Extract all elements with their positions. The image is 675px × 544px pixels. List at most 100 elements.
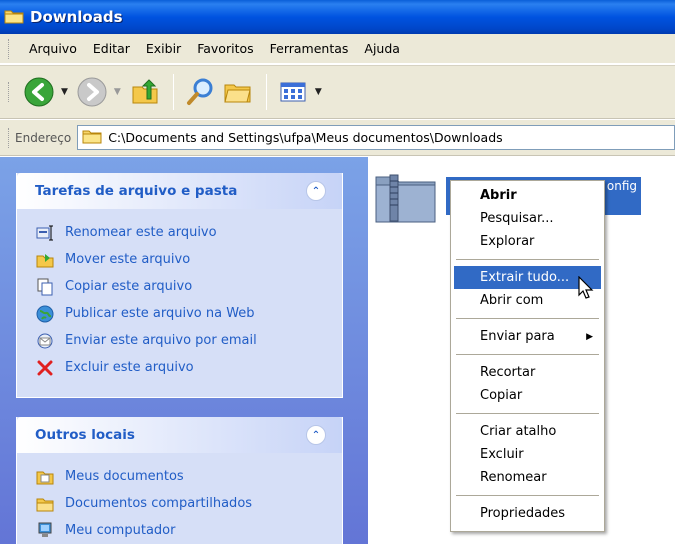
file-tasks-header[interactable]: Tarefas de arquivo e pasta ⌃: [17, 173, 342, 209]
menu-grip[interactable]: [8, 38, 11, 59]
shared-documents-icon: [35, 495, 55, 513]
back-arrow-icon: [24, 77, 54, 107]
ctx-abrir[interactable]: Abrir: [454, 184, 601, 207]
mouse-cursor-icon: [578, 275, 594, 303]
file-tasks-panel: Tarefas de arquivo e pasta ⌃ Renomear es…: [16, 173, 343, 398]
menu-separator: [456, 413, 599, 414]
ctx-label: Copiar: [480, 388, 523, 403]
back-button[interactable]: [21, 74, 57, 110]
task-label: Renomear este arquivo: [65, 225, 217, 240]
up-folder-button[interactable]: [127, 74, 163, 110]
menu-ajuda[interactable]: Ajuda: [356, 41, 408, 56]
ctx-copiar[interactable]: Copiar: [454, 384, 601, 407]
menu-separator: [456, 318, 599, 319]
task-label: Mover este arquivo: [65, 252, 191, 267]
address-grip[interactable]: [8, 127, 11, 148]
file-tasks-title: Tarefas de arquivo e pasta: [35, 183, 238, 199]
place-my-documents[interactable]: Meus documentos: [35, 463, 342, 490]
place-label: Documentos compartilhados: [65, 496, 253, 511]
ctx-label: Pesquisar...: [480, 211, 554, 226]
ctx-renomear[interactable]: Renomear: [454, 466, 601, 489]
toolbar-separator: [172, 74, 174, 110]
place-shared-documents[interactable]: Documentos compartilhados: [35, 490, 342, 517]
task-copy[interactable]: Copiar este arquivo: [35, 273, 342, 300]
address-bar: Endereço C:\Documents and Settings\ufpa\…: [0, 120, 675, 156]
forward-arrow-icon: [77, 77, 107, 107]
ctx-explorar[interactable]: Explorar: [454, 230, 601, 253]
ctx-label: Excluir: [480, 447, 524, 462]
ctx-criar-atalho[interactable]: Criar atalho: [454, 420, 601, 443]
delete-icon: [35, 359, 55, 377]
address-path: C:\Documents and Settings\ufpa\Meus docu…: [108, 130, 503, 145]
ctx-label: Propriedades: [480, 506, 566, 521]
folders-button[interactable]: [220, 74, 256, 110]
other-places-panel: Outros locais ⌃ Meus documentos Document…: [16, 417, 343, 544]
ctx-enviar-para[interactable]: Enviar para ▶: [454, 325, 601, 348]
toolbar-separator-2: [265, 74, 267, 110]
publish-web-icon: [35, 305, 55, 323]
ctx-excluir[interactable]: Excluir: [454, 443, 601, 466]
move-icon: [35, 251, 55, 269]
place-my-computer[interactable]: Meu computador: [35, 517, 342, 544]
window-title: Downloads: [30, 8, 123, 26]
menu-exibir[interactable]: Exibir: [138, 41, 189, 56]
context-menu: Abrir Pesquisar... Explorar Extrair tudo…: [450, 180, 605, 532]
menu-separator: [456, 259, 599, 260]
other-places-title: Outros locais: [35, 427, 135, 443]
ctx-label: Abrir com: [480, 293, 544, 308]
ctx-label: Extrair tudo...: [480, 270, 570, 285]
ctx-label: Explorar: [480, 234, 535, 249]
menu-favoritos[interactable]: Favoritos: [189, 41, 261, 56]
menu-bar: Arquivo Editar Exibir Favoritos Ferramen…: [0, 34, 675, 64]
views-dropdown-icon[interactable]: ▼: [315, 87, 322, 97]
address-label: Endereço: [15, 130, 72, 145]
submenu-arrow-icon: ▶: [586, 331, 593, 342]
task-label: Enviar este arquivo por email: [65, 333, 257, 348]
ctx-label: Enviar para: [480, 329, 555, 344]
my-documents-icon: [35, 468, 55, 486]
folder-icon: [82, 128, 102, 147]
task-label: Publicar este arquivo na Web: [65, 306, 255, 321]
task-delete[interactable]: Excluir este arquivo: [35, 354, 342, 381]
toolbar-grip[interactable]: [8, 82, 11, 102]
search-button[interactable]: [182, 74, 218, 110]
folder-icon: [4, 8, 24, 27]
email-icon: [35, 332, 55, 350]
ctx-recortar[interactable]: Recortar: [454, 361, 601, 384]
ctx-pesquisar[interactable]: Pesquisar...: [454, 207, 601, 230]
views-button[interactable]: [275, 74, 311, 110]
task-label: Copiar este arquivo: [65, 279, 193, 294]
menu-editar[interactable]: Editar: [85, 41, 138, 56]
my-computer-icon: [35, 522, 55, 540]
zip-folder-icon: [375, 174, 436, 223]
up-folder-icon: [132, 79, 158, 104]
toolbar: ▼ ▼ ▼: [0, 65, 675, 119]
forward-dropdown-icon[interactable]: ▼: [114, 87, 121, 97]
task-label: Excluir este arquivo: [65, 360, 194, 375]
menu-separator: [456, 354, 599, 355]
address-input[interactable]: C:\Documents and Settings\ufpa\Meus docu…: [77, 125, 675, 150]
menu-ferramentas[interactable]: Ferramentas: [262, 41, 357, 56]
folders-icon: [224, 84, 251, 103]
back-dropdown-icon[interactable]: ▼: [61, 87, 68, 97]
ctx-label: Recortar: [480, 365, 536, 380]
ctx-label: Renomear: [480, 470, 547, 485]
ctx-label: Abrir: [480, 188, 517, 203]
place-label: Meus documentos: [65, 469, 184, 484]
search-icon: [186, 78, 213, 105]
copy-icon: [35, 278, 55, 296]
place-label: Meu computador: [65, 523, 176, 538]
menu-arquivo[interactable]: Arquivo: [21, 41, 85, 56]
forward-button[interactable]: [74, 74, 110, 110]
ctx-propriedades[interactable]: Propriedades: [454, 502, 601, 525]
collapse-icon[interactable]: ⌃: [306, 181, 326, 201]
task-rename[interactable]: Renomear este arquivo: [35, 219, 342, 246]
title-bar[interactable]: Downloads: [0, 0, 675, 34]
task-move[interactable]: Mover este arquivo: [35, 246, 342, 273]
task-email[interactable]: Enviar este arquivo por email: [35, 327, 342, 354]
task-pane: Tarefas de arquivo e pasta ⌃ Renomear es…: [0, 157, 368, 544]
zip-file[interactable]: [374, 169, 438, 228]
task-publish-web[interactable]: Publicar este arquivo na Web: [35, 300, 342, 327]
other-places-header[interactable]: Outros locais ⌃: [17, 417, 342, 453]
collapse-icon[interactable]: ⌃: [306, 425, 326, 445]
